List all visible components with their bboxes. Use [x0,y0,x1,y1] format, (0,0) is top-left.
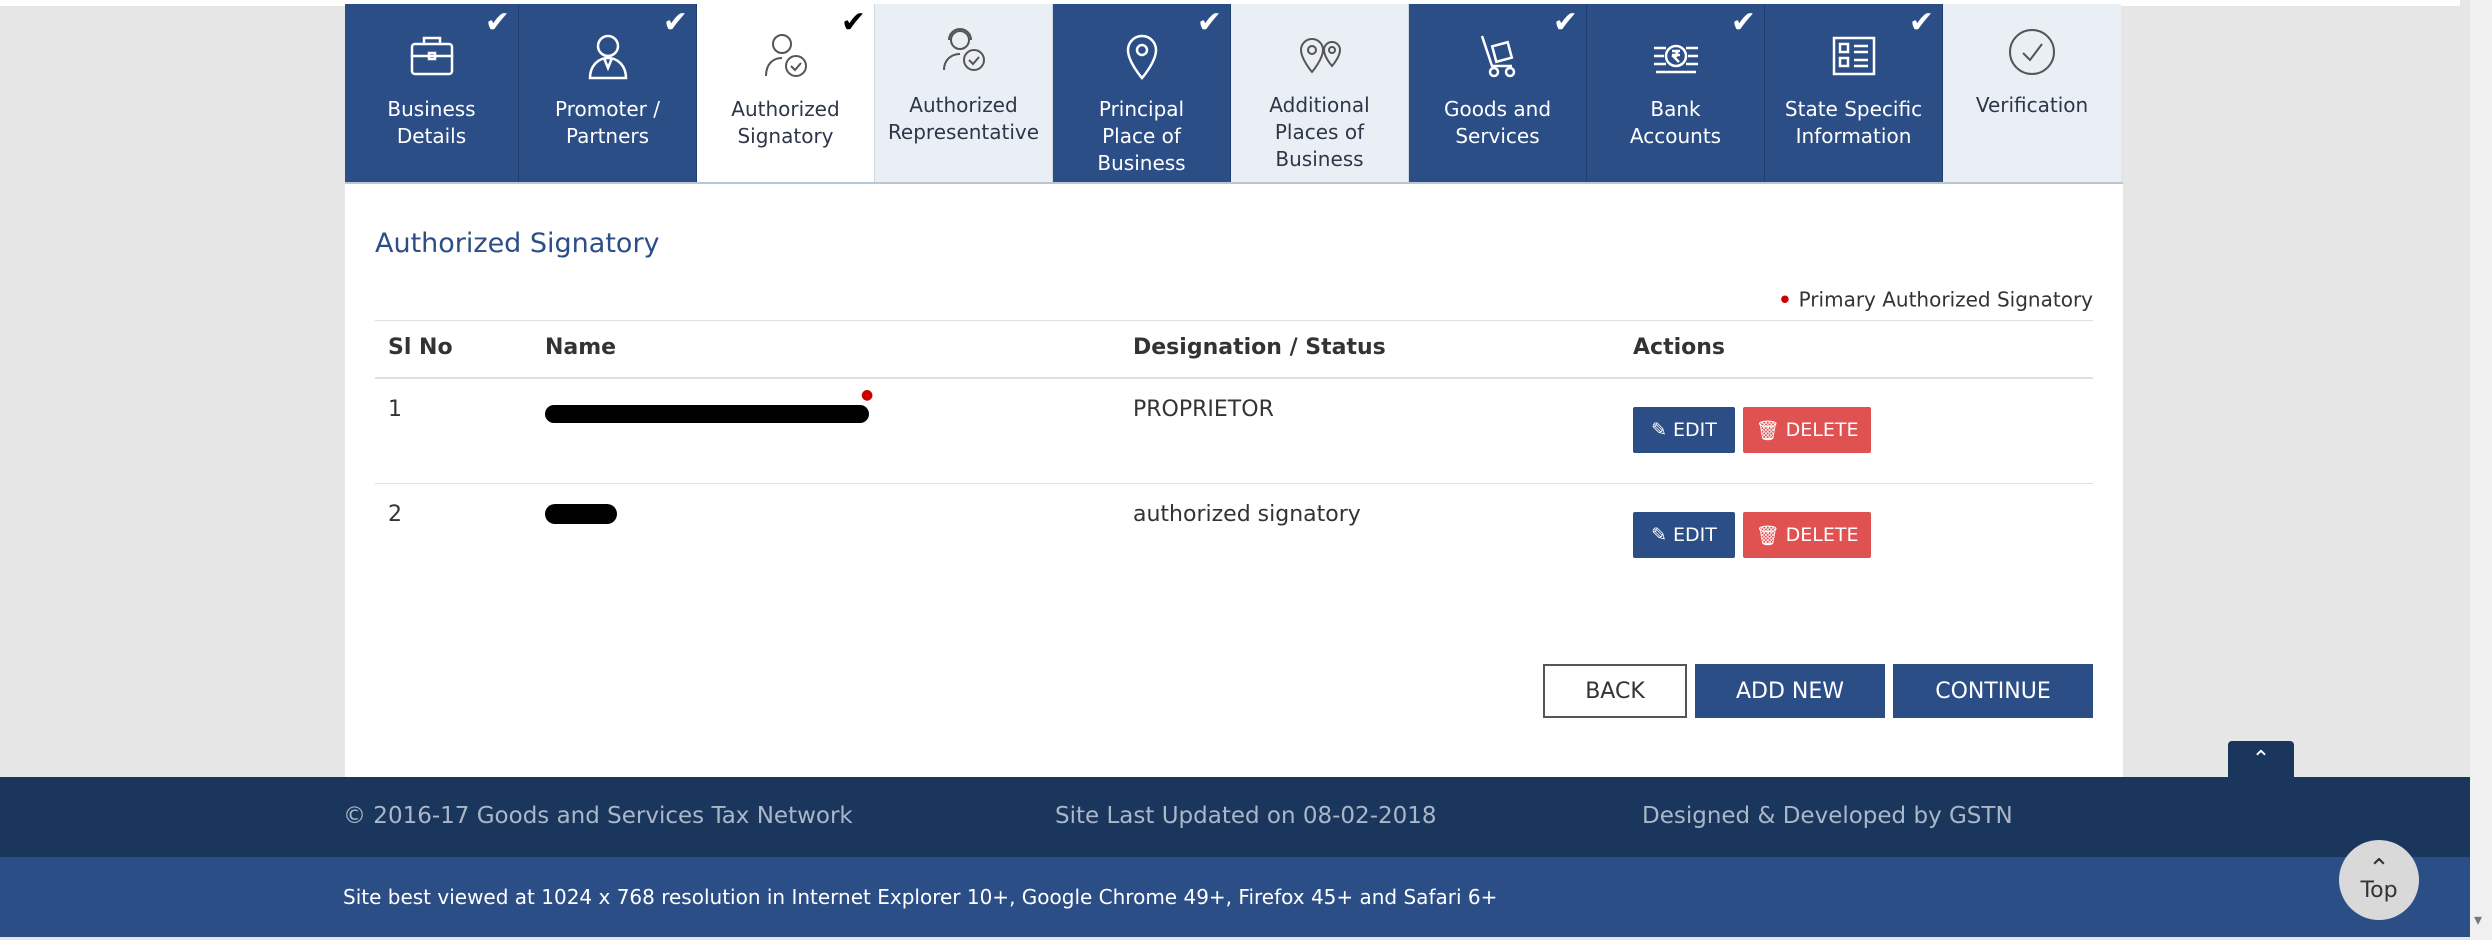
delete-button[interactable]: 🗑 DELETE [1743,512,1871,558]
tab-label: Principal Place of Business [1097,97,1186,175]
pencil-icon: ✎ [1651,419,1668,441]
person-icon [578,26,638,86]
tab-business-details[interactable]: ✔ Business Details [345,4,519,182]
tab-additional-places-of-business[interactable]: Additional Places of Business [1231,4,1409,182]
briefcase-icon [402,26,462,86]
header-name: Name [545,335,617,360]
footer-designed: Designed & Developed by GSTN [1642,803,2013,829]
trash-icon: 🗑 [1755,524,1780,547]
tab-verification[interactable]: Verification [1943,4,2121,182]
delete-button[interactable]: 🗑 DELETE [1743,407,1871,453]
tab-authorized-representative[interactable]: Authorized Representative [875,4,1053,182]
check-circle-icon [2002,22,2062,82]
continue-button[interactable]: CONTINUE [1893,664,2093,718]
tab-bank-accounts[interactable]: ✔ Bank Accounts [1587,4,1765,182]
chevron-up-icon: ⌃ [2251,747,2271,772]
redacted-name [545,504,617,524]
scroll-down-arrow-icon[interactable]: ▾ [2474,910,2482,929]
tab-state-specific-information[interactable]: ✔ State Specific Information [1765,4,1943,182]
header-sl-no: Sl No [388,335,453,360]
info-card-icon [1824,26,1884,86]
registration-tabs: ✔ Business Details ✔ Promoter / Partners ✔… [345,4,2123,182]
main-card: Authorized Signatory • Primary Authorized… [345,182,2123,779]
row-sl-no: 1 [388,397,402,422]
location-pin-icon [1112,26,1172,86]
tab-label: Authorized Signatory [731,97,840,148]
legend-text: Primary Authorized Signatory [1798,287,2093,312]
back-to-top-button[interactable]: ⌃ Top [2339,840,2419,920]
back-button[interactable]: BACK [1543,664,1687,718]
check-icon: ✔ [1908,5,1934,40]
tab-goods-and-services[interactable]: ✔ Goods and Services [1409,4,1587,182]
hand-truck-icon [1468,26,1528,86]
scroll-up-tab[interactable]: ⌃ [2228,741,2294,778]
table-row: 1 ● PROPRIETOR ✎ EDIT 🗑 DELETE [375,379,2093,484]
tab-label: State Specific Information [1784,97,1923,148]
tab-label: Promoter / Partners [555,97,660,148]
footer-copyright: © 2016-17 Goods and Services Tax Network [343,803,853,829]
tab-label: Verification [1975,93,2089,117]
check-icon: ✔ [840,5,866,40]
tab-label: Business Details [387,97,476,148]
headset-person-icon [934,22,994,82]
top-label: Top [2360,878,2398,903]
rupee-bank-icon [1646,26,1706,86]
check-icon: ✔ [1730,5,1756,40]
table-row: 2 authorized signatory ✎ EDIT 🗑 DELETE [375,484,2093,588]
primary-signatory-legend: • Primary Authorized Signatory [1777,286,2093,316]
trash-icon: 🗑 [1755,419,1780,442]
footer-bottom: Site best viewed at 1024 x 768 resolutio… [0,857,2470,937]
edit-button[interactable]: ✎ EDIT [1633,407,1735,453]
multi-location-icon [1290,22,1350,82]
check-icon: ✔ [662,5,688,40]
row-designation: authorized signatory [1133,502,1361,527]
redacted-name [545,405,869,423]
person-check-icon [756,26,816,86]
scrollbar[interactable]: ▾ [2470,0,2492,940]
footer-top: © 2016-17 Goods and Services Tax Network… [0,777,2470,857]
tab-label: Bank Accounts [1629,97,1722,148]
check-icon: ✔ [1552,5,1578,40]
header-designation: Designation / Status [1133,335,1386,360]
tab-principal-place-of-business[interactable]: ✔ Principal Place of Business [1053,4,1231,182]
check-icon: ✔ [484,5,510,40]
tab-label: Goods and Services [1443,97,1552,148]
page-title: Authorized Signatory [375,228,660,259]
tab-label: Additional Places of Business [1269,93,1370,171]
red-dot-icon: • [1777,286,1793,316]
tab-promoter-partners[interactable]: ✔ Promoter / Partners [519,4,697,182]
row-designation: PROPRIETOR [1133,397,1274,422]
tab-authorized-signatory[interactable]: ✔ Authorized Signatory [697,4,875,182]
table-header: Sl No Name Designation / Status Actions [375,320,2093,379]
signatory-table: Sl No Name Designation / Status Actions … [375,320,2093,588]
row-sl-no: 2 [388,502,402,527]
footer-updated: Site Last Updated on 08-02-2018 [1055,803,1437,829]
pencil-icon: ✎ [1651,524,1668,546]
add-new-button[interactable]: ADD NEW [1695,664,1885,718]
edit-button[interactable]: ✎ EDIT [1633,512,1735,558]
tab-label: Authorized Representative [887,93,1040,144]
header-actions: Actions [1633,335,1725,360]
form-actions: BACK ADD NEW CONTINUE [1543,664,2093,718]
footer-best-viewed: Site best viewed at 1024 x 768 resolutio… [343,885,1498,909]
check-icon: ✔ [1196,5,1222,40]
chevron-up-icon: ⌃ [2368,854,2390,884]
primary-dot-icon: ● [861,387,874,403]
